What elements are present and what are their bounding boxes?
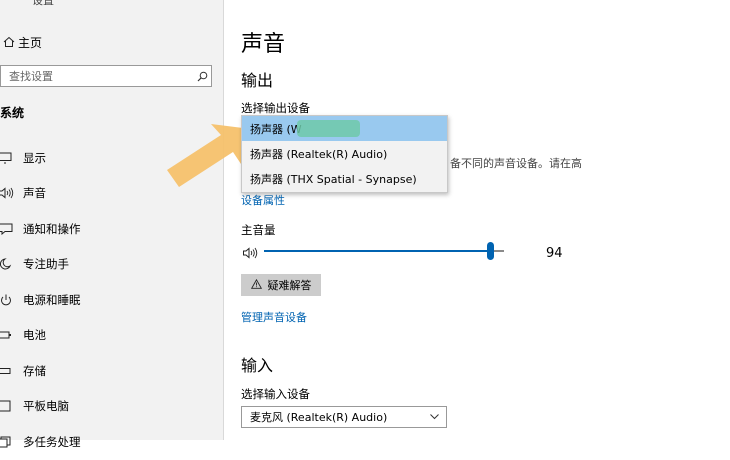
storage-icon: [0, 365, 22, 377]
input-device-value: 麦克风 (Realtek(R) Audio): [250, 411, 388, 424]
power-icon: [0, 294, 22, 306]
troubleshoot-button[interactable]: 疑难解答: [241, 274, 321, 296]
monitor-icon: [0, 152, 22, 164]
dropdown-option[interactable]: 扬声器 (Realtek(R) Audio): [242, 141, 447, 166]
input-device-label: 选择输入设备: [241, 387, 310, 401]
output-description-text: 备不同的声音设备。请在高: [450, 157, 582, 170]
sidebar-item-storage[interactable]: 存储: [0, 353, 224, 389]
battery-icon: [0, 329, 22, 341]
warning-icon: [250, 278, 262, 292]
search-box[interactable]: [0, 65, 212, 87]
volume-icon[interactable]: [243, 244, 259, 263]
sidebar: 设置 主页 系统 显示 声音 通知和操作: [0, 0, 224, 449]
sidebar-item-label: 声音: [23, 186, 46, 201]
tablet-icon: [0, 400, 22, 412]
sidebar-item-label: 电池: [23, 328, 46, 343]
master-volume-slider[interactable]: [264, 242, 504, 260]
sidebar-item-label: 多任务处理: [23, 434, 81, 449]
sidebar-item-label: 专注助手: [23, 257, 69, 272]
master-volume-label: 主音量: [241, 223, 276, 237]
sidebar-item-power-sleep[interactable]: 电源和睡眠: [0, 282, 224, 318]
sidebar-item-multitasking[interactable]: 多任务处理: [0, 424, 224, 460]
output-device-dropdown[interactable]: 扬声器 (W 扬声器 (Realtek(R) Audio) 扬声器 (THX S…: [241, 115, 448, 193]
arrow-pointer-icon: [167, 124, 243, 187]
sidebar-item-notifications[interactable]: 通知和操作: [0, 211, 224, 247]
output-heading: 输出: [241, 71, 274, 90]
main-content: 声音 输出 选择输出设备 备不同的声音设备。请在高 设备属性 主音量 94 疑难…: [224, 0, 730, 440]
search-icon[interactable]: [193, 71, 211, 82]
dropdown-option-label: 扬声器 (W: [250, 122, 302, 136]
sidebar-item-label: 主页: [18, 35, 43, 50]
sidebar-item-focus-assist[interactable]: 专注助手: [0, 247, 224, 283]
speaker-icon: [0, 187, 22, 199]
moon-icon: [0, 258, 22, 270]
input-device-select[interactable]: 麦克风 (Realtek(R) Audio): [241, 406, 447, 428]
slider-track-rest: [494, 250, 504, 252]
chevron-down-icon: [429, 411, 440, 425]
sidebar-item-label: 存储: [23, 363, 46, 378]
sidebar-item-battery[interactable]: 电池: [0, 318, 224, 354]
dropdown-option[interactable]: 扬声器 (W: [242, 116, 447, 141]
slider-track-fill: [264, 250, 490, 252]
slider-thumb[interactable]: [487, 242, 494, 260]
device-properties-link[interactable]: 设备属性: [241, 192, 285, 208]
volume-value: 94: [546, 246, 563, 261]
output-device-label: 选择输出设备: [241, 101, 310, 115]
input-heading: 输入: [241, 356, 274, 375]
window-title: 设置: [32, 0, 54, 7]
home-icon: [0, 36, 18, 48]
dropdown-option[interactable]: 扬声器 (THX Spatial - Synapse): [242, 166, 447, 191]
sidebar-item-tablet[interactable]: 平板电脑: [0, 389, 224, 425]
dropdown-option-label: 扬声器 (THX Spatial - Synapse): [250, 172, 417, 186]
sidebar-section-title: 系统: [0, 106, 25, 120]
sidebar-item-label: 通知和操作: [23, 221, 81, 236]
troubleshoot-label: 疑难解答: [267, 279, 312, 292]
manage-sound-devices-link[interactable]: 管理声音设备: [241, 309, 307, 325]
redaction-blur: [297, 120, 360, 137]
notification-icon: [0, 223, 22, 235]
multitask-icon: [0, 436, 22, 448]
sidebar-item-home[interactable]: 主页: [0, 32, 42, 52]
sidebar-item-label: 显示: [23, 150, 46, 165]
sidebar-item-label: 平板电脑: [23, 399, 69, 414]
page-title: 声音: [241, 32, 286, 57]
dropdown-option-label: 扬声器 (Realtek(R) Audio): [250, 147, 388, 161]
sidebar-item-label: 电源和睡眠: [23, 292, 81, 307]
search-input[interactable]: [9, 69, 193, 83]
